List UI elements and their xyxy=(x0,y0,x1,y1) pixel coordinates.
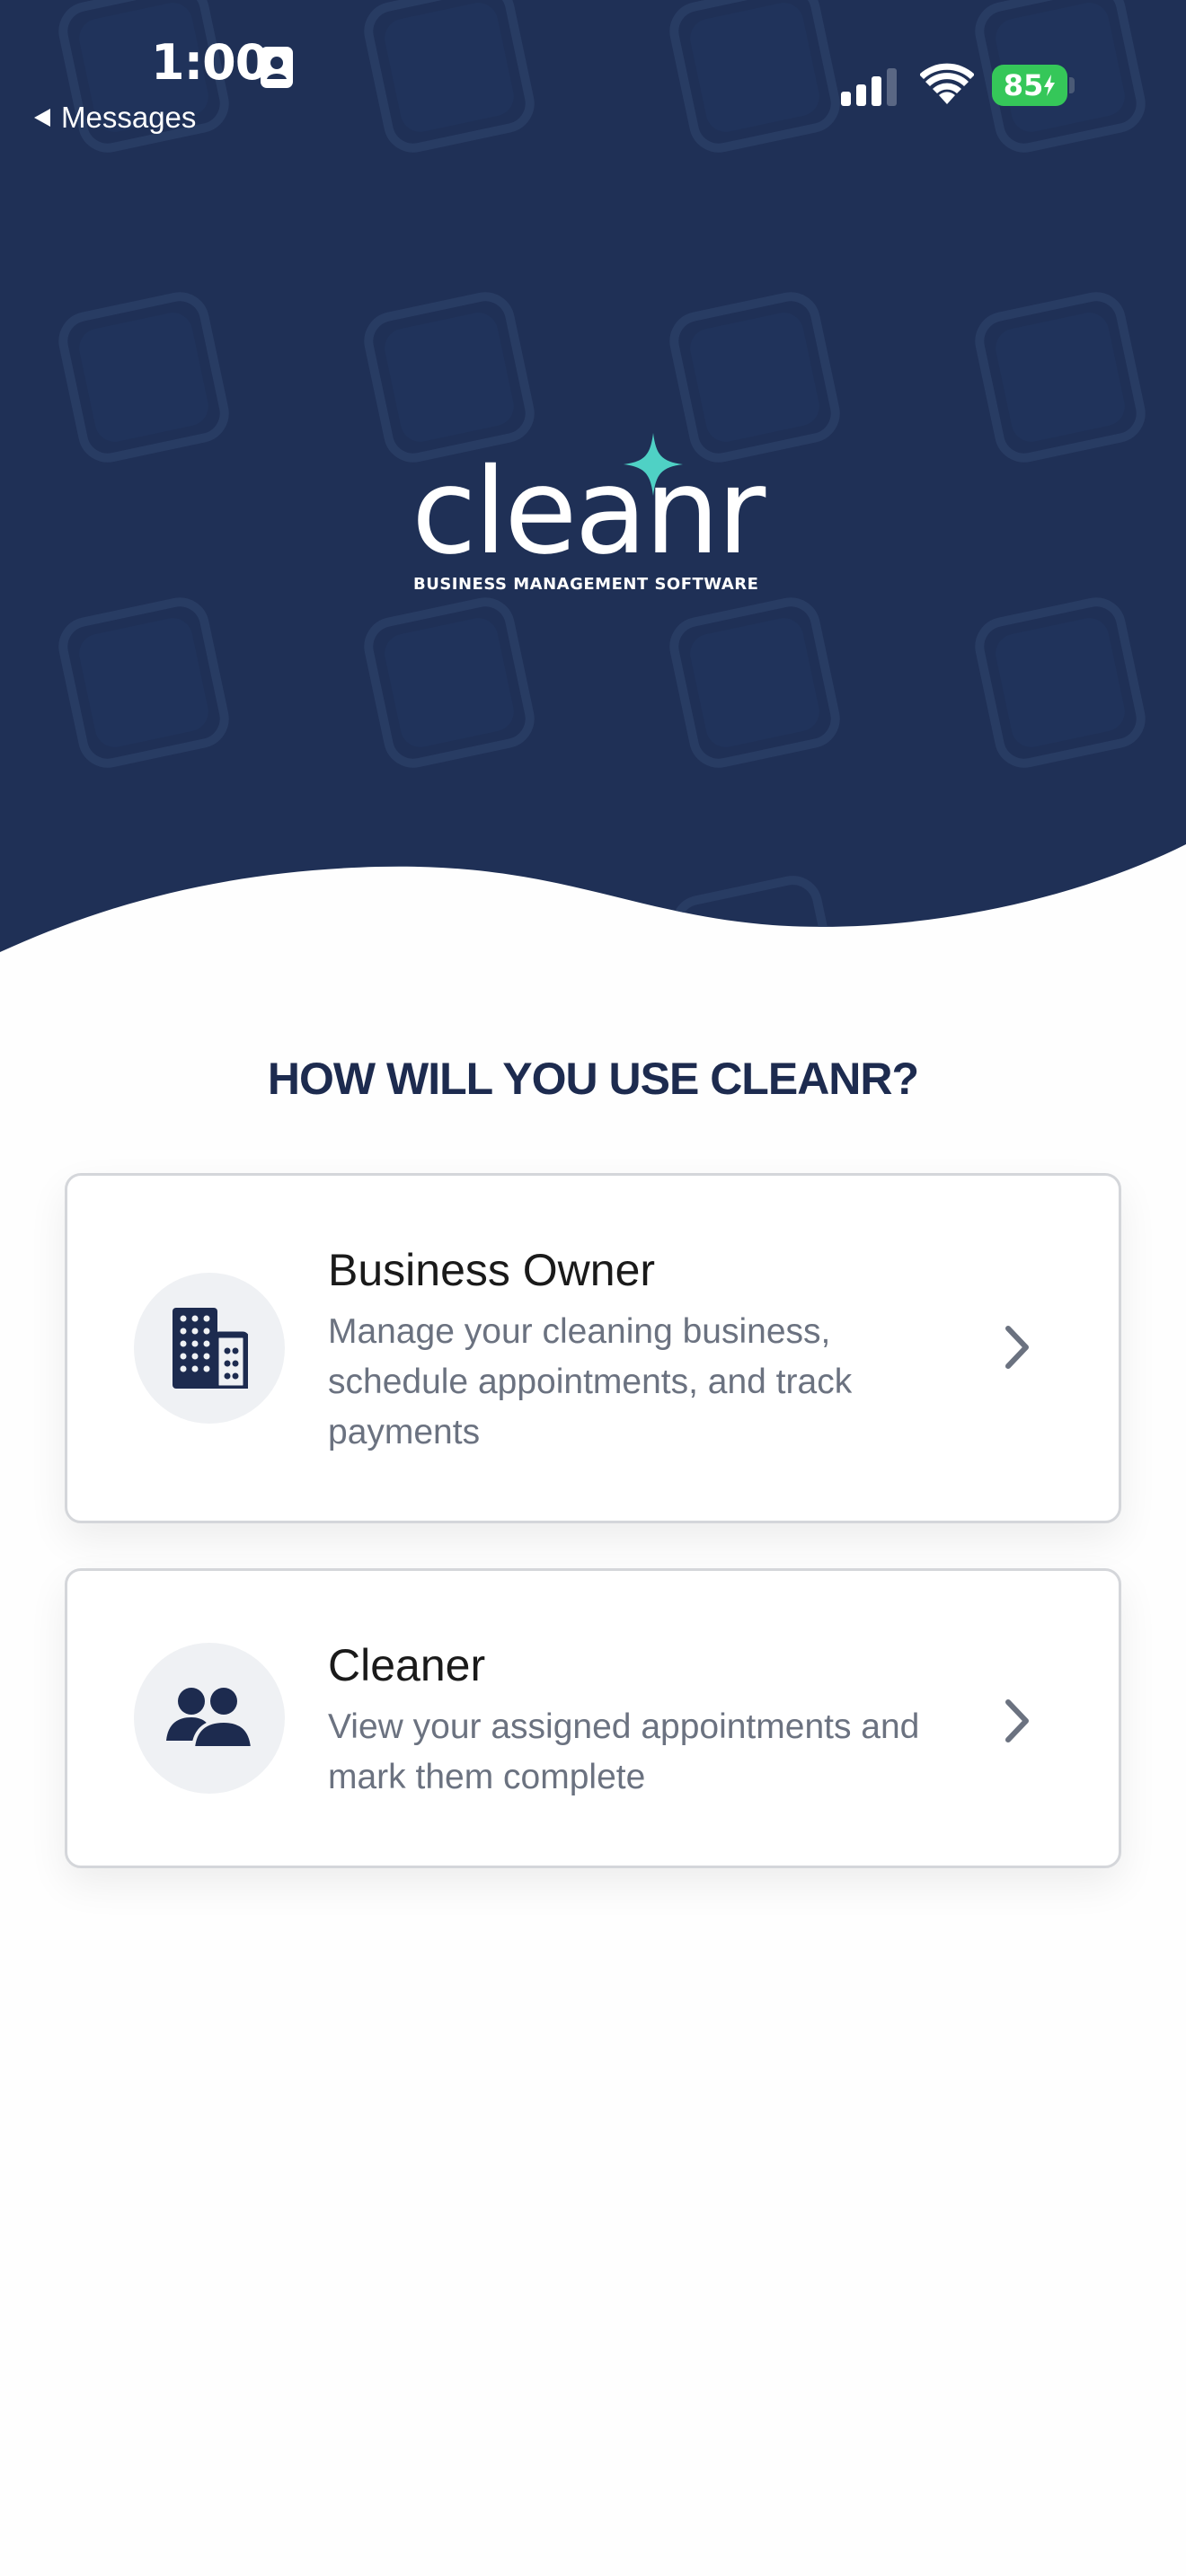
charging-bolt-icon xyxy=(1044,75,1056,96)
business-owner-option[interactable]: Business Owner Manage your cleaning busi… xyxy=(65,1173,1121,1523)
sparkle-icon xyxy=(624,433,683,496)
cleaner-option[interactable]: Cleaner View your assigned appointments … xyxy=(65,1568,1121,1868)
cleaner-description: View your assigned appointments and mark… xyxy=(328,1707,920,1796)
wifi-icon xyxy=(920,63,974,104)
users-icon xyxy=(166,1688,252,1750)
business-owner-icon-circle xyxy=(134,1273,285,1424)
logo-tagline: BUSINESS MANAGEMENT SOFTWARE xyxy=(413,575,759,594)
cellular-signal-icon xyxy=(841,68,897,106)
status-bar: 1:00 Messages 85 xyxy=(0,0,1186,144)
battery-indicator: 85 xyxy=(992,65,1067,106)
page-title: HOW WILL YOU USE CLEANR? xyxy=(267,1054,919,1104)
building-icon xyxy=(173,1308,248,1389)
chevron-right-icon xyxy=(1005,1699,1029,1742)
back-link-label: Messages xyxy=(61,101,197,134)
cleaner-title: Cleaner xyxy=(328,1640,486,1690)
battery-cap xyxy=(1069,77,1075,93)
back-triangle-icon xyxy=(34,109,50,127)
battery-level: 85 xyxy=(1003,68,1044,102)
back-to-messages-link[interactable]: Messages xyxy=(32,101,196,135)
business-owner-description: Manage your cleaning business, schedule … xyxy=(328,1312,853,1451)
status-time: 1:00 xyxy=(151,34,269,91)
business-owner-title: Business Owner xyxy=(328,1245,656,1295)
logo-wordmark: cleanr xyxy=(412,443,766,581)
chevron-right-icon xyxy=(1005,1326,1029,1369)
cleanr-logo: cleanr BUSINESS MANAGEMENT SOFTWARE xyxy=(412,433,776,604)
contact-card-icon xyxy=(261,47,293,88)
cleaner-icon-circle xyxy=(134,1643,285,1794)
hero-header: 1:00 Messages 85 cleanr BUSINESS MANAGEM… xyxy=(0,0,1186,961)
